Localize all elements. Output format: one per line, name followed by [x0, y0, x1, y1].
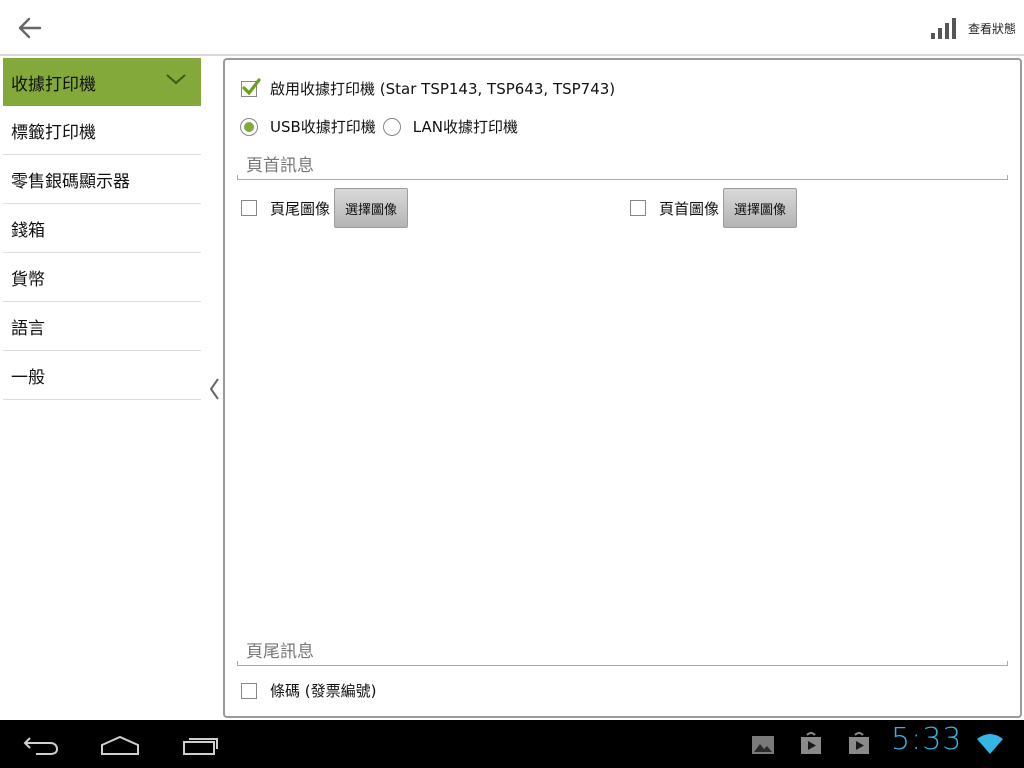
sidebar-item-label: 語言	[11, 318, 45, 339]
barcode-row: 條碼 (發票編號)	[241, 680, 376, 701]
enable-printer-checkbox[interactable]	[241, 77, 261, 97]
header-message-field[interactable]: 頁首訊息	[237, 148, 1008, 180]
lan-radio[interactable]	[382, 117, 401, 136]
sidebar-item-general[interactable]: 一般	[3, 351, 201, 400]
sidebar-item-label: 零售銀碼顯示器	[11, 171, 130, 192]
connection-type-row: USB收據打印機 LAN收據打印機	[240, 116, 518, 137]
system-navigation-bar: 5:33	[0, 720, 1024, 768]
usb-radio[interactable]	[240, 117, 258, 136]
back-nav-icon[interactable]	[22, 734, 60, 756]
sidebar-item-label: 標籤打印機	[11, 122, 96, 143]
action-bar: 查看狀態	[0, 0, 1024, 56]
home-nav-icon[interactable]	[100, 734, 140, 756]
header-image-select-button[interactable]: 選擇圖像	[723, 188, 798, 228]
usb-radio-label[interactable]: USB收據打印機	[270, 116, 376, 137]
barcode-label: 條碼 (發票編號)	[270, 682, 377, 700]
header-message-placeholder: 頁首訊息	[246, 156, 314, 176]
footer-image-select-button[interactable]: 選擇圖像	[334, 188, 409, 228]
sidebar-item-customer-display[interactable]: 零售銀碼顯示器	[3, 155, 201, 204]
footer-image-label: 頁尾圖像	[270, 199, 331, 218]
sidebar-item-label: 錢箱	[11, 220, 45, 241]
barcode-checkbox[interactable]	[241, 682, 257, 699]
sidebar-item-label-printer[interactable]: 標籤打印機	[3, 106, 201, 155]
view-status-button[interactable]: 查看狀態	[930, 14, 1016, 42]
settings-sidebar: 收據打印機 標籤打印機 零售銀碼顯示器 錢箱 貨幣 語言 一般	[0, 58, 205, 720]
footer-image-row: 頁尾圖像 選擇圖像	[241, 188, 409, 228]
footer-message-placeholder: 頁尾訊息	[246, 642, 314, 662]
sidebar-item-label: 一般	[11, 367, 45, 388]
sidebar-item-cash-drawer[interactable]: 錢箱	[3, 204, 201, 253]
recent-apps-nav-icon[interactable]	[182, 734, 220, 756]
lan-radio-label[interactable]: LAN收據打印機	[413, 116, 518, 137]
collapse-sidebar-handle[interactable]	[206, 376, 222, 402]
view-status-label: 查看狀態	[967, 21, 1016, 36]
footer-image-checkbox[interactable]	[241, 200, 257, 216]
back-button[interactable]	[10, 10, 48, 46]
play-store-notification-icon[interactable]	[799, 732, 823, 756]
chevron-down-icon	[166, 74, 186, 85]
sidebar-item-label: 貨幣	[11, 269, 45, 290]
chevron-left-icon	[209, 378, 219, 400]
system-clock[interactable]: 5:33	[891, 722, 962, 757]
sidebar-item-receipt-printer[interactable]: 收據打印機	[3, 58, 201, 106]
gallery-notification-icon[interactable]	[751, 734, 775, 756]
wifi-icon[interactable]	[976, 733, 1004, 755]
signal-bars-icon	[930, 17, 956, 39]
header-image-checkbox[interactable]	[630, 200, 646, 216]
sidebar-item-currency[interactable]: 貨幣	[3, 253, 201, 302]
footer-message-field[interactable]: 頁尾訊息	[237, 634, 1008, 666]
market-notification-icon[interactable]	[847, 732, 871, 756]
checkmark-icon	[242, 77, 261, 95]
header-image-label: 頁首圖像	[659, 199, 720, 218]
receipt-printer-settings-panel: 啟用收據打印機 (Star TSP143, TSP643, TSP743) US…	[223, 58, 1022, 718]
sidebar-item-language[interactable]: 語言	[3, 302, 201, 351]
enable-printer-row[interactable]: 啟用收據打印機 (Star TSP143, TSP643, TSP743)	[241, 77, 616, 99]
arrow-left-icon	[18, 17, 42, 39]
enable-printer-label: 啟用收據打印機 (Star TSP143, TSP643, TSP743)	[270, 80, 616, 98]
header-image-row: 頁首圖像 選擇圖像	[630, 188, 798, 228]
sidebar-item-label: 收據打印機	[11, 74, 96, 95]
